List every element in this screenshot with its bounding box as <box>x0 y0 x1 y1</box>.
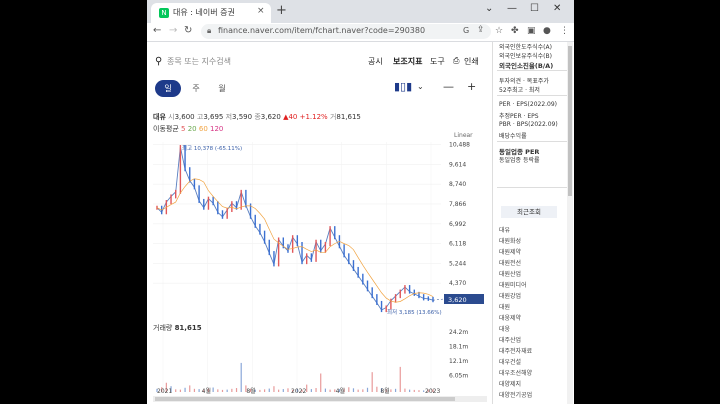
price-tick-label: 9,614 <box>449 161 466 168</box>
recent-item[interactable]: 대양전기공업 <box>499 390 532 399</box>
share-icon[interactable]: ⇪ <box>477 25 485 35</box>
time-tick-label: 8월 <box>380 387 389 395</box>
price-axis: 10,488 9,614 8,740 7,866 6,992 6,118 5,244 4,37… <box>449 142 470 288</box>
reload-icon[interactable]: ↻ <box>184 25 192 36</box>
recent-item[interactable]: 대웅 <box>499 324 510 333</box>
recent-item[interactable]: 대원제약 <box>499 247 521 256</box>
price-tick-label: 6,118 <box>449 241 466 248</box>
foreign-holding-label: 외국인보유주식수(B) <box>499 53 552 60</box>
price-tick-label: 6,992 <box>449 221 466 228</box>
price-tick-label: 7,866 <box>449 201 466 208</box>
minimize-icon[interactable]: — <box>507 3 517 14</box>
recent-item[interactable]: 대원 <box>499 302 510 311</box>
time-tick-label: 4월 <box>202 387 211 395</box>
recent-item[interactable]: 대양제지 <box>499 379 521 388</box>
price-tick-label: 8,740 <box>449 181 466 188</box>
naver-favicon-icon: N <box>159 8 169 18</box>
chart-horizontal-scrollbar[interactable] <box>153 396 487 402</box>
recent-views-title[interactable]: 최근조회 <box>501 206 557 218</box>
high-annotation: 최고 10,378 (-65.11%) <box>182 144 242 152</box>
back-icon[interactable]: ← <box>153 25 161 36</box>
sidepanel-icon[interactable]: ▣ <box>527 26 536 36</box>
browser-toolbar: ← → ↻ 🔒︎ finance.naver.com/item/fchart.n… <box>147 23 574 42</box>
chart-panel: ⚲ 종목 또는 지수검색 공시 보조지표 도구 ⎙ 인쇄 일 주 월 ▮▯▮ ⌄… <box>147 42 492 404</box>
current-price-guide <box>432 298 445 301</box>
volume-tick-label: 24.2m <box>449 329 468 336</box>
est-per-label: 추정PER · EPS <box>499 113 539 120</box>
google-icon[interactable]: G <box>463 26 469 35</box>
sidebar-scrollbar[interactable] <box>567 42 573 404</box>
recent-item[interactable]: 대웅제약 <box>499 313 521 322</box>
recent-item[interactable]: 대원화성 <box>499 236 521 245</box>
pbr-bps-label: PBR · BPS(2022.09) <box>499 121 558 128</box>
volume-tick-label: 6.05m <box>449 373 468 380</box>
recent-item[interactable]: 대주전자재료 <box>499 346 532 355</box>
price-tick-label: 4,370 <box>449 280 466 287</box>
price-line <box>156 146 434 311</box>
menu-kebab-icon[interactable]: ⋮ <box>560 26 569 36</box>
recent-item[interactable]: 대주산업 <box>499 335 521 344</box>
chart-grid <box>153 142 441 392</box>
browser-tab[interactable]: N 대유 : 네이버 증권 × <box>151 3 271 23</box>
tab-search-icon[interactable]: ⌄ <box>485 3 493 14</box>
foreign-rate-label: 외국인소진율(B/A) <box>499 62 554 70</box>
recent-item[interactable]: 대원산업 <box>499 269 521 278</box>
new-tab-button[interactable]: + <box>276 4 287 18</box>
maximize-icon[interactable]: ☐ <box>530 3 539 14</box>
per-eps-label: PER · EPS(2022.09) <box>499 101 558 108</box>
forward-icon[interactable]: → <box>169 25 177 36</box>
price-tick-label: 5,244 <box>449 260 466 267</box>
opinion-label: 투자의견 · 목표주가 <box>499 78 549 85</box>
stock-info-sidebar: 외국인한도주식수(A) 외국인보유주식수(B) 외국인소진율(B/A) 투자의견… <box>492 42 574 404</box>
industry-change-label: 동일업종 등락률 <box>499 157 540 164</box>
recent-item[interactable]: 대원미디어 <box>499 280 527 289</box>
time-tick-label: 4월 <box>336 387 345 395</box>
price-tick-label: 10,488 <box>449 142 470 149</box>
volume-tick-label: 18.1m <box>449 344 468 351</box>
address-bar[interactable]: 🔒︎ finance.naver.com/item/fchart.naver?c… <box>201 24 491 39</box>
foreign-limit-label: 외국인한도주식수(A) <box>499 44 552 51</box>
recent-item[interactable]: 대우조선해양 <box>499 368 532 377</box>
lock-icon: 🔒︎ <box>207 26 212 35</box>
tab-close-icon[interactable]: × <box>257 6 265 16</box>
volume-axis: 24.2m 18.1m 12.1m 6.05m <box>449 329 468 380</box>
price-chart[interactable]: 10,488 9,614 8,740 7,866 6,992 6,118 5,244 4,37… <box>147 42 492 404</box>
profile-avatar-icon[interactable]: ● <box>543 26 551 36</box>
time-tick-label: 2021 <box>157 388 172 395</box>
bookmark-star-icon[interactable]: ☆ <box>495 26 503 36</box>
url-text: finance.naver.com/item/fchart.naver?code… <box>218 26 426 35</box>
browser-window: N 대유 : 네이버 증권 × + ⌄ — ☐ ✕ ← → ↻ 🔒︎ finan… <box>147 0 574 404</box>
week52-label: 52주최고 · 최저 <box>499 87 540 94</box>
extensions-icon[interactable]: ✤ <box>511 26 519 36</box>
recent-item[interactable]: 대유 <box>499 225 510 234</box>
volume-tick-label: 12.1m <box>449 358 468 365</box>
time-tick-label: 2023 <box>425 388 440 395</box>
volume-label: 거래량 81,615 <box>153 324 202 332</box>
recent-item[interactable]: 대원전선 <box>499 258 521 267</box>
recent-item[interactable]: 대우건설 <box>499 357 521 366</box>
tab-bar: N 대유 : 네이버 증권 × + ⌄ — ☐ ✕ <box>147 0 574 23</box>
time-tick-label: 8월 <box>246 387 255 395</box>
volume-label-value: 81,615 <box>174 324 202 332</box>
tab-title: 대유 : 네이버 증권 <box>173 8 235 17</box>
time-tick-label: 2022 <box>291 388 306 395</box>
dividend-label: 배당수익률 <box>499 133 527 140</box>
current-price-label: 3,620 <box>448 296 467 304</box>
close-window-icon[interactable]: ✕ <box>553 3 561 14</box>
recent-item[interactable]: 대원강업 <box>499 291 521 300</box>
price-lines <box>156 145 445 313</box>
low-annotation: 최저 3,185 (13.66%) <box>387 308 442 316</box>
